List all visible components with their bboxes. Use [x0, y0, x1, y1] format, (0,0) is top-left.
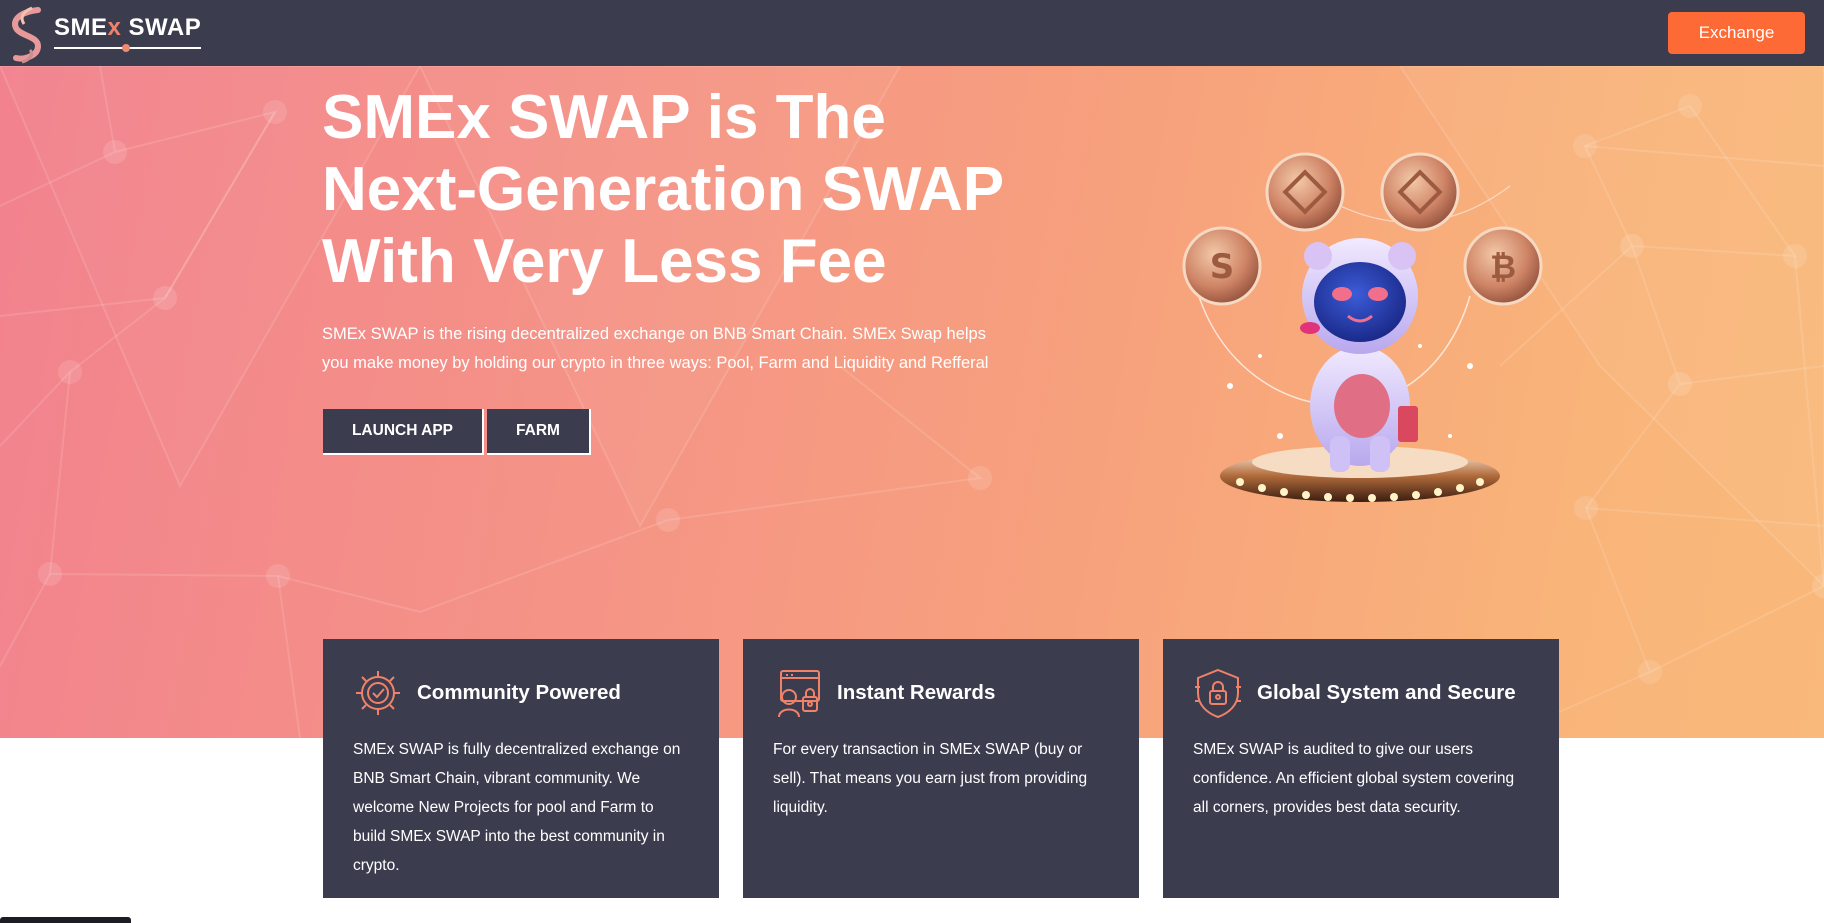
feature-title: Instant Rewards: [837, 681, 996, 704]
rewards-icon: [778, 670, 820, 718]
logo-text: SMEx SWAP: [54, 15, 202, 52]
hero-description: SMEx SWAP is the rising decentralized ex…: [322, 325, 989, 372]
feature-card-community: Community Powered SMEx SWAP is fully dec…: [323, 639, 719, 898]
top-navbar: SMEx SWAP Exchange: [0, 0, 1824, 66]
logo-s-icon: [12, 6, 42, 64]
feature-card-security: Global System and Secure SMEx SWAP is au…: [1163, 639, 1559, 898]
feature-text: SMEx SWAP is fully decentralized exchang…: [353, 741, 681, 874]
feature-text: For every transaction in SMEx SWAP (buy …: [773, 741, 1088, 816]
features-row: Community Powered SMEx SWAP is fully dec…: [323, 639, 1559, 898]
svg-text:S: S: [1210, 247, 1235, 287]
shield-lock-icon: [1195, 668, 1241, 719]
bottom-overlay-bar: [0, 917, 131, 923]
feature-card-rewards: Instant Rewards For every transaction in…: [743, 639, 1139, 898]
feature-text: SMEx SWAP is audited to give our users c…: [1193, 741, 1515, 816]
feature-title: Community Powered: [417, 681, 621, 704]
exchange-button[interactable]: Exchange: [1668, 12, 1805, 54]
site-logo[interactable]: SMEx SWAP: [8, 6, 202, 64]
feature-title: Global System and Secure: [1257, 681, 1516, 704]
farm-button[interactable]: FARM: [487, 409, 591, 455]
gear-check-icon: [356, 671, 400, 715]
launch-app-button[interactable]: LAUNCH APP: [323, 409, 484, 455]
svg-text:₿: ₿: [1490, 248, 1516, 286]
logo-dot: [122, 44, 130, 52]
robot-coins-illustration: S ₿: [1182, 152, 1543, 502]
hero-buttons: LAUNCH APP FARM: [323, 409, 591, 455]
hero-section: SMEx SWAP is The Next-Generation SWAP Wi…: [0, 66, 1824, 738]
hero-title: SMEx SWAP is The Next-Generation SWAP Wi…: [322, 83, 1004, 296]
